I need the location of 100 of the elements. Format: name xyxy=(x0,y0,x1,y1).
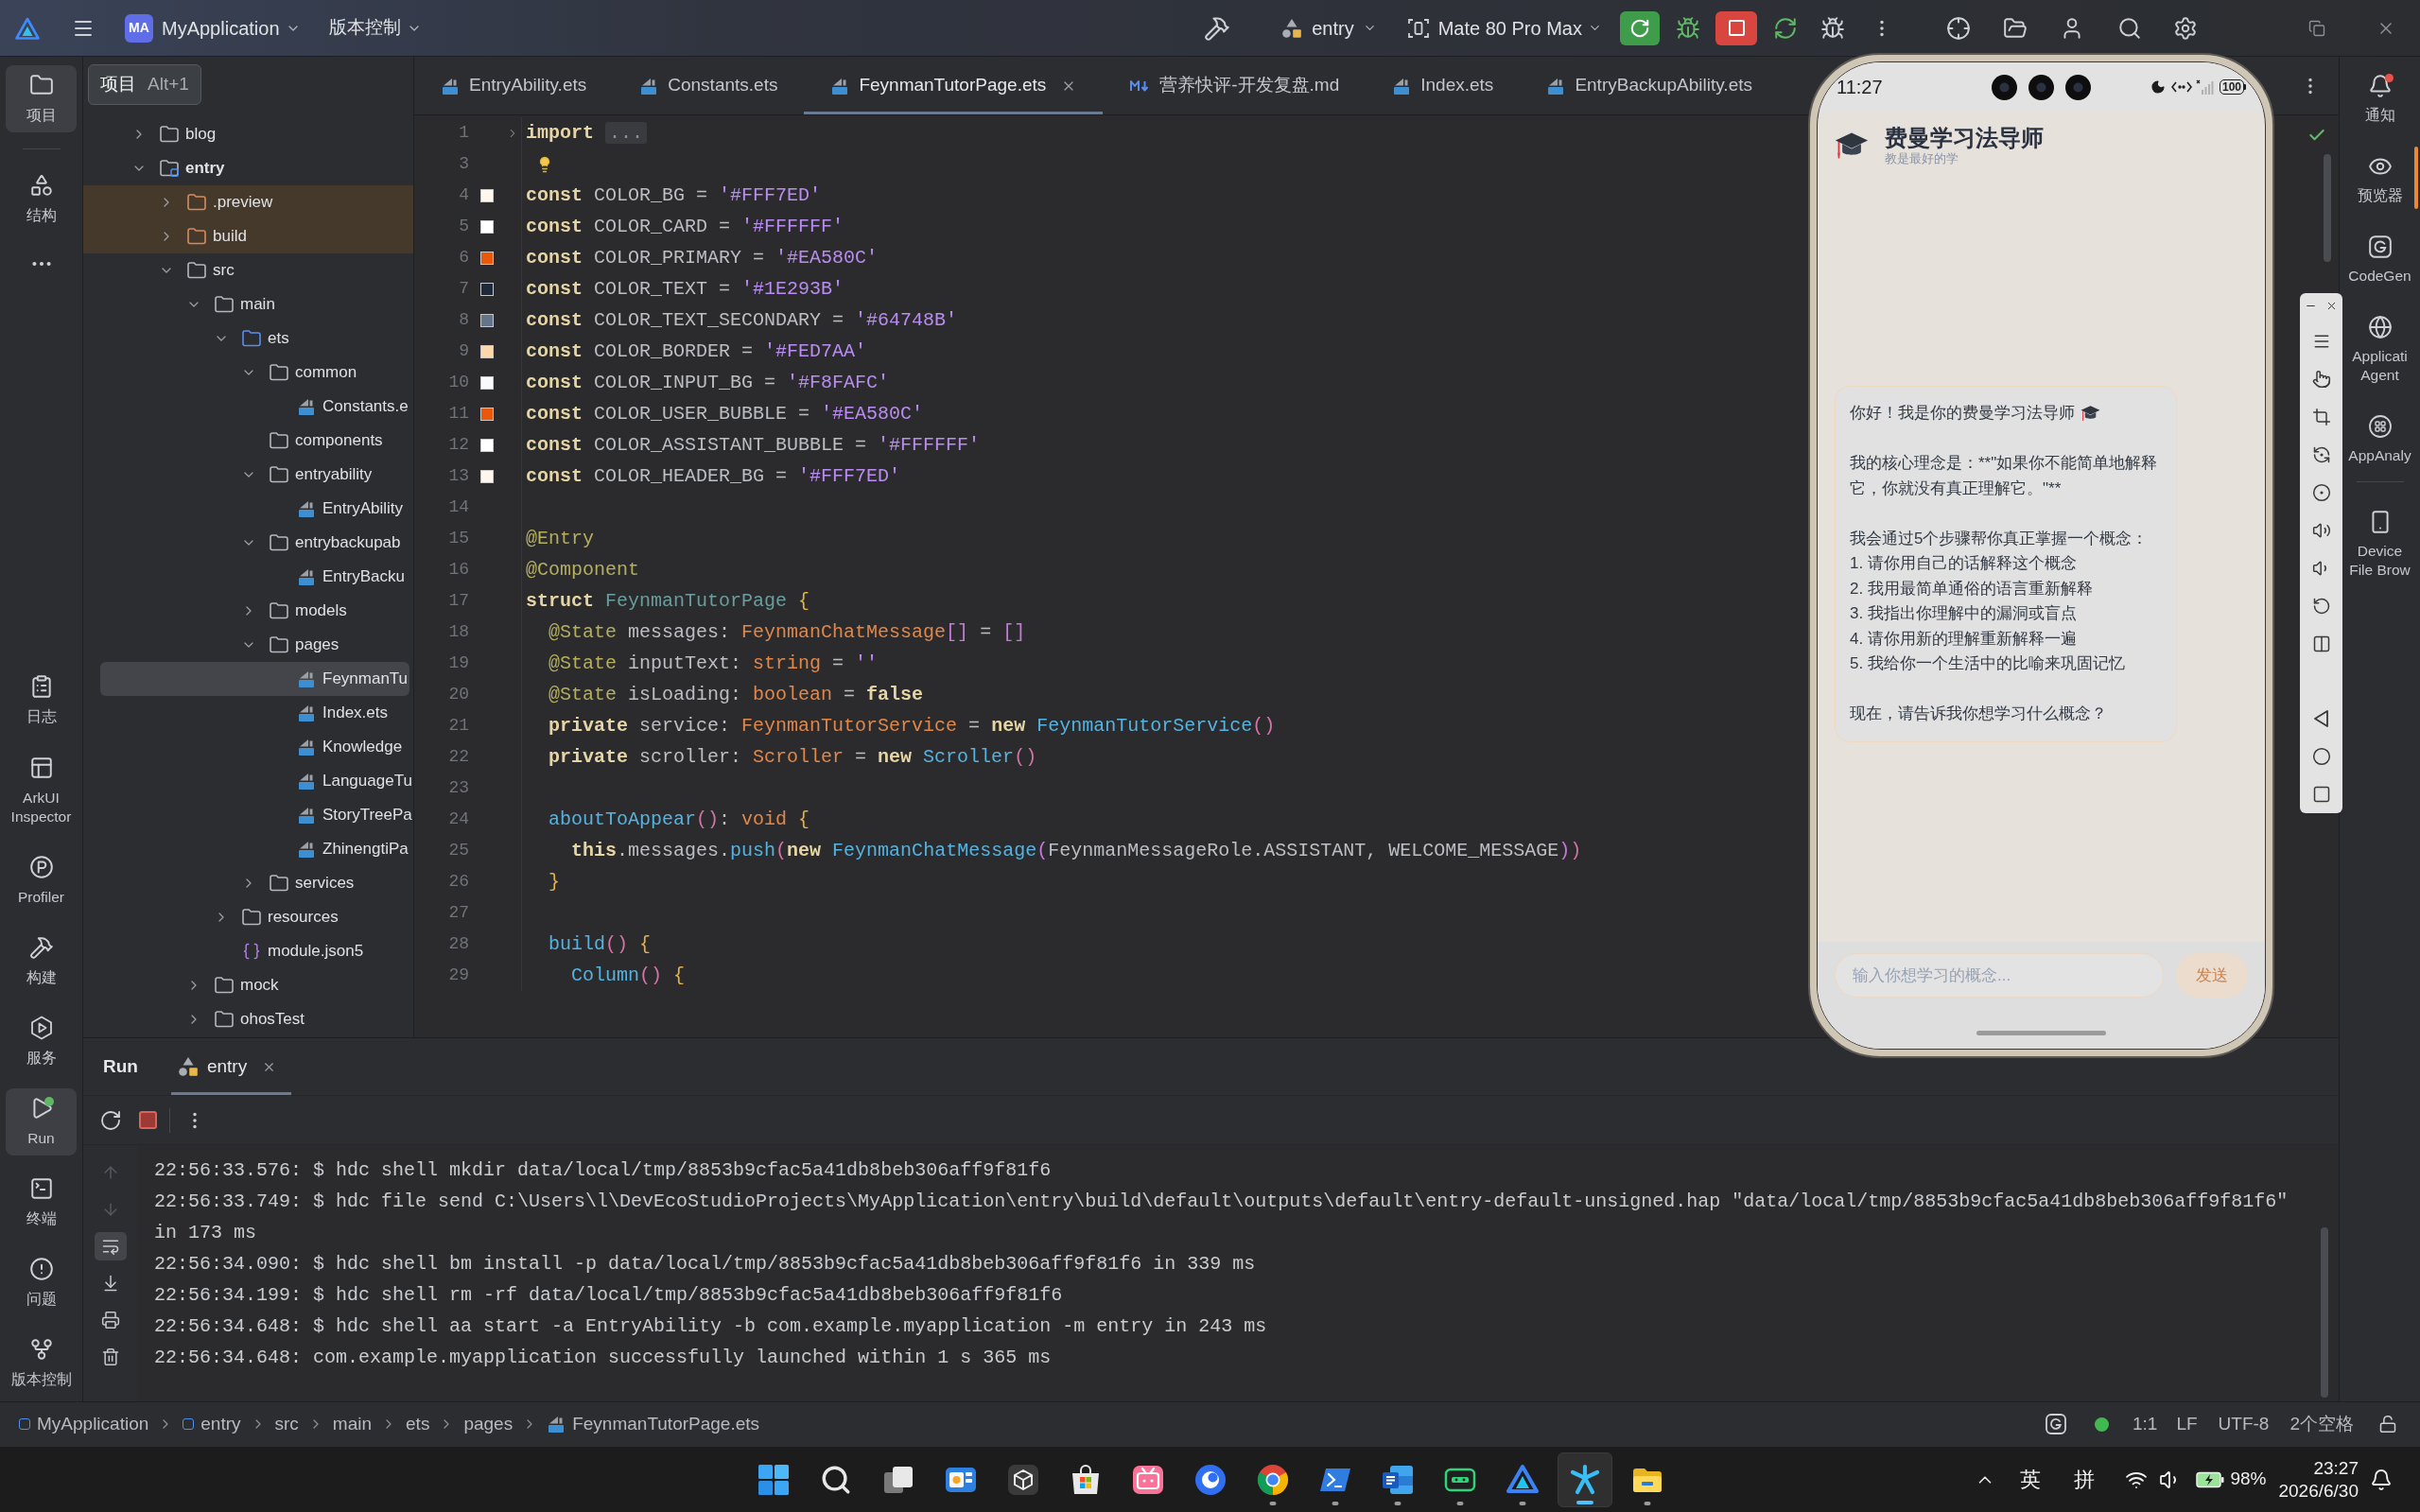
tree-item[interactable]: components xyxy=(83,424,413,458)
tree-item[interactable]: mock xyxy=(83,968,413,1002)
caret-position[interactable]: 1:1 xyxy=(2133,1410,2158,1438)
breadcrumb-item[interactable]: pages xyxy=(463,1410,514,1438)
settings-icon[interactable] xyxy=(2173,15,2198,41)
tree-item[interactable]: entrybackupab xyxy=(83,526,413,560)
line-separator[interactable]: LF xyxy=(2176,1410,2198,1438)
breadcrumb-item[interactable]: FeynmanTutorPage.ets xyxy=(547,1410,760,1438)
editor-tab[interactable]: Constants.ets xyxy=(613,57,805,114)
tool-window-button[interactable]: 服务 xyxy=(6,1008,77,1075)
file-encoding[interactable]: UTF-8 xyxy=(2218,1410,2270,1438)
volume-up-icon[interactable] xyxy=(2311,521,2331,540)
project-dropdown[interactable]: MA MyApplication xyxy=(125,13,301,43)
rotate-device-icon[interactable] xyxy=(2311,597,2331,616)
tree-item[interactable]: build xyxy=(83,219,413,253)
clock-date[interactable]: 2026/6/30 xyxy=(2278,1479,2359,1503)
tree-item[interactable]: resources xyxy=(83,900,413,934)
rerun-icon[interactable] xyxy=(99,1108,122,1132)
indent-setting[interactable]: 2个空格 xyxy=(2289,1410,2354,1438)
tree-item[interactable]: Index.ets xyxy=(83,696,413,730)
breadcrumb-item[interactable]: MyApplication xyxy=(19,1410,149,1438)
input-mode-indicator[interactable]: 拼 xyxy=(2074,1464,2096,1495)
tree-item[interactable]: module.json5 xyxy=(83,934,413,968)
scrollbar-thumb[interactable] xyxy=(2321,1227,2328,1398)
breadcrumb-item[interactable]: main xyxy=(332,1410,373,1438)
tool-window-button[interactable]: 终端 xyxy=(6,1169,77,1236)
tool-window-button[interactable]: 版本控制 xyxy=(6,1330,77,1397)
restore-window-icon[interactable] xyxy=(2308,19,2325,37)
tree-item[interactable]: FeynmanTu xyxy=(100,662,409,696)
run-button[interactable] xyxy=(1620,10,1660,45)
tool-window-button[interactable]: 项目 xyxy=(6,65,77,132)
close-icon[interactable] xyxy=(2325,300,2338,312)
tree-item[interactable]: entryability xyxy=(83,458,413,492)
clock-time[interactable]: 23:27 xyxy=(2313,1456,2359,1480)
tree-item[interactable]: blog xyxy=(83,117,413,151)
record-icon[interactable] xyxy=(2311,483,2331,502)
tree-item[interactable]: entry xyxy=(83,151,413,185)
pointer-icon[interactable] xyxy=(2311,370,2331,389)
input-language-indicator[interactable]: 英 xyxy=(2020,1464,2042,1495)
tool-window-button[interactable]: 日志 xyxy=(6,667,77,734)
run-config-dropdown[interactable]: entry xyxy=(1280,13,1377,43)
tool-window-button[interactable]: CodeGen xyxy=(2342,235,2418,286)
crop-icon[interactable] xyxy=(2311,408,2331,426)
tree-item[interactable]: ohosTest xyxy=(83,1002,413,1036)
device-dropdown[interactable]: Mate 80 Pro Max xyxy=(1406,13,1602,43)
breadcrumb-item[interactable]: ets xyxy=(406,1410,430,1438)
back-icon[interactable] xyxy=(2311,709,2331,728)
recents-icon[interactable] xyxy=(2311,785,2331,804)
tree-item[interactable]: services xyxy=(83,866,413,900)
scrollbar-thumb[interactable] xyxy=(2324,154,2331,262)
run-tab[interactable]: entry xyxy=(170,1038,292,1095)
search-icon[interactable] xyxy=(2117,15,2142,41)
tool-window-button[interactable]: 结构 xyxy=(6,165,77,233)
tool-window-button[interactable]: AppAnaly xyxy=(2342,414,2418,465)
tree-item[interactable]: src xyxy=(83,253,413,287)
editor-tab[interactable]: EntryAbility.ets xyxy=(414,57,614,114)
tree-item[interactable]: ZhinengtiPa xyxy=(83,832,413,866)
bug-icon[interactable] xyxy=(1820,15,1845,41)
tool-window-button[interactable]: 问题 xyxy=(6,1249,77,1316)
crosshair-icon[interactable] xyxy=(1946,15,1971,41)
bug-icon[interactable] xyxy=(1676,15,1700,41)
tree-item[interactable]: EntryAbility xyxy=(83,492,413,526)
tool-window-button[interactable]: 通知 xyxy=(2342,74,2418,125)
vcs-dropdown[interactable]: 版本控制 xyxy=(328,14,422,42)
editor-tab[interactable]: Index.ets xyxy=(1366,57,1521,114)
breadcrumb-item[interactable]: entry xyxy=(183,1410,241,1438)
tree-item[interactable]: ets xyxy=(83,322,413,356)
stop-button[interactable] xyxy=(1715,10,1757,45)
tool-window-button[interactable]: ArkUI Inspector xyxy=(6,747,77,834)
tool-window-button[interactable]: Run xyxy=(6,1088,77,1156)
tree-item[interactable]: Constants.e xyxy=(83,390,413,424)
tool-window-button[interactable]: Device File Brow xyxy=(2342,510,2418,580)
tree-item[interactable]: StoryTreePa xyxy=(83,798,413,832)
hammer-icon[interactable] xyxy=(1204,14,1231,42)
tree-item[interactable]: EntryBacku xyxy=(83,560,413,594)
unlock-icon[interactable] xyxy=(2378,1415,2397,1434)
folder-icon[interactable] xyxy=(2003,15,2028,41)
tree-item[interactable]: .preview xyxy=(83,185,413,219)
tool-window-button[interactable]: 构建 xyxy=(6,928,77,995)
start-menu-icon[interactable] xyxy=(757,1463,790,1496)
tool-window-button[interactable]: Profiler xyxy=(6,847,77,914)
message-input[interactable]: 输入你想学习的概念... xyxy=(1835,953,2164,998)
tree-item[interactable]: pages xyxy=(83,628,413,662)
split-screen-icon[interactable] xyxy=(2311,634,2331,653)
tool-window-button[interactable]: Applicati Agent xyxy=(2342,315,2418,385)
tree-item[interactable]: common xyxy=(83,356,413,390)
tree-item[interactable]: models xyxy=(83,594,413,628)
breadcrumb-item[interactable]: src xyxy=(274,1410,299,1438)
tree-item[interactable]: LanguageTu xyxy=(83,764,413,798)
bell-icon[interactable] xyxy=(2370,1468,2393,1491)
tree-item[interactable]: main xyxy=(83,287,413,322)
rotate-icon[interactable] xyxy=(2311,445,2331,464)
editor-tab[interactable]: EntryBackupAbility.ets xyxy=(1520,57,1779,114)
tree-item[interactable]: Knowledge xyxy=(83,730,413,764)
tool-window-button[interactable]: 预览器 xyxy=(2342,154,2418,205)
battery-charging-icon[interactable] xyxy=(2196,1470,2225,1488)
console-tool-button[interactable] xyxy=(94,1232,127,1260)
taskbar-button[interactable] xyxy=(1558,1451,1612,1507)
refresh-icon[interactable] xyxy=(1773,15,1798,41)
home-icon[interactable] xyxy=(2311,747,2331,766)
